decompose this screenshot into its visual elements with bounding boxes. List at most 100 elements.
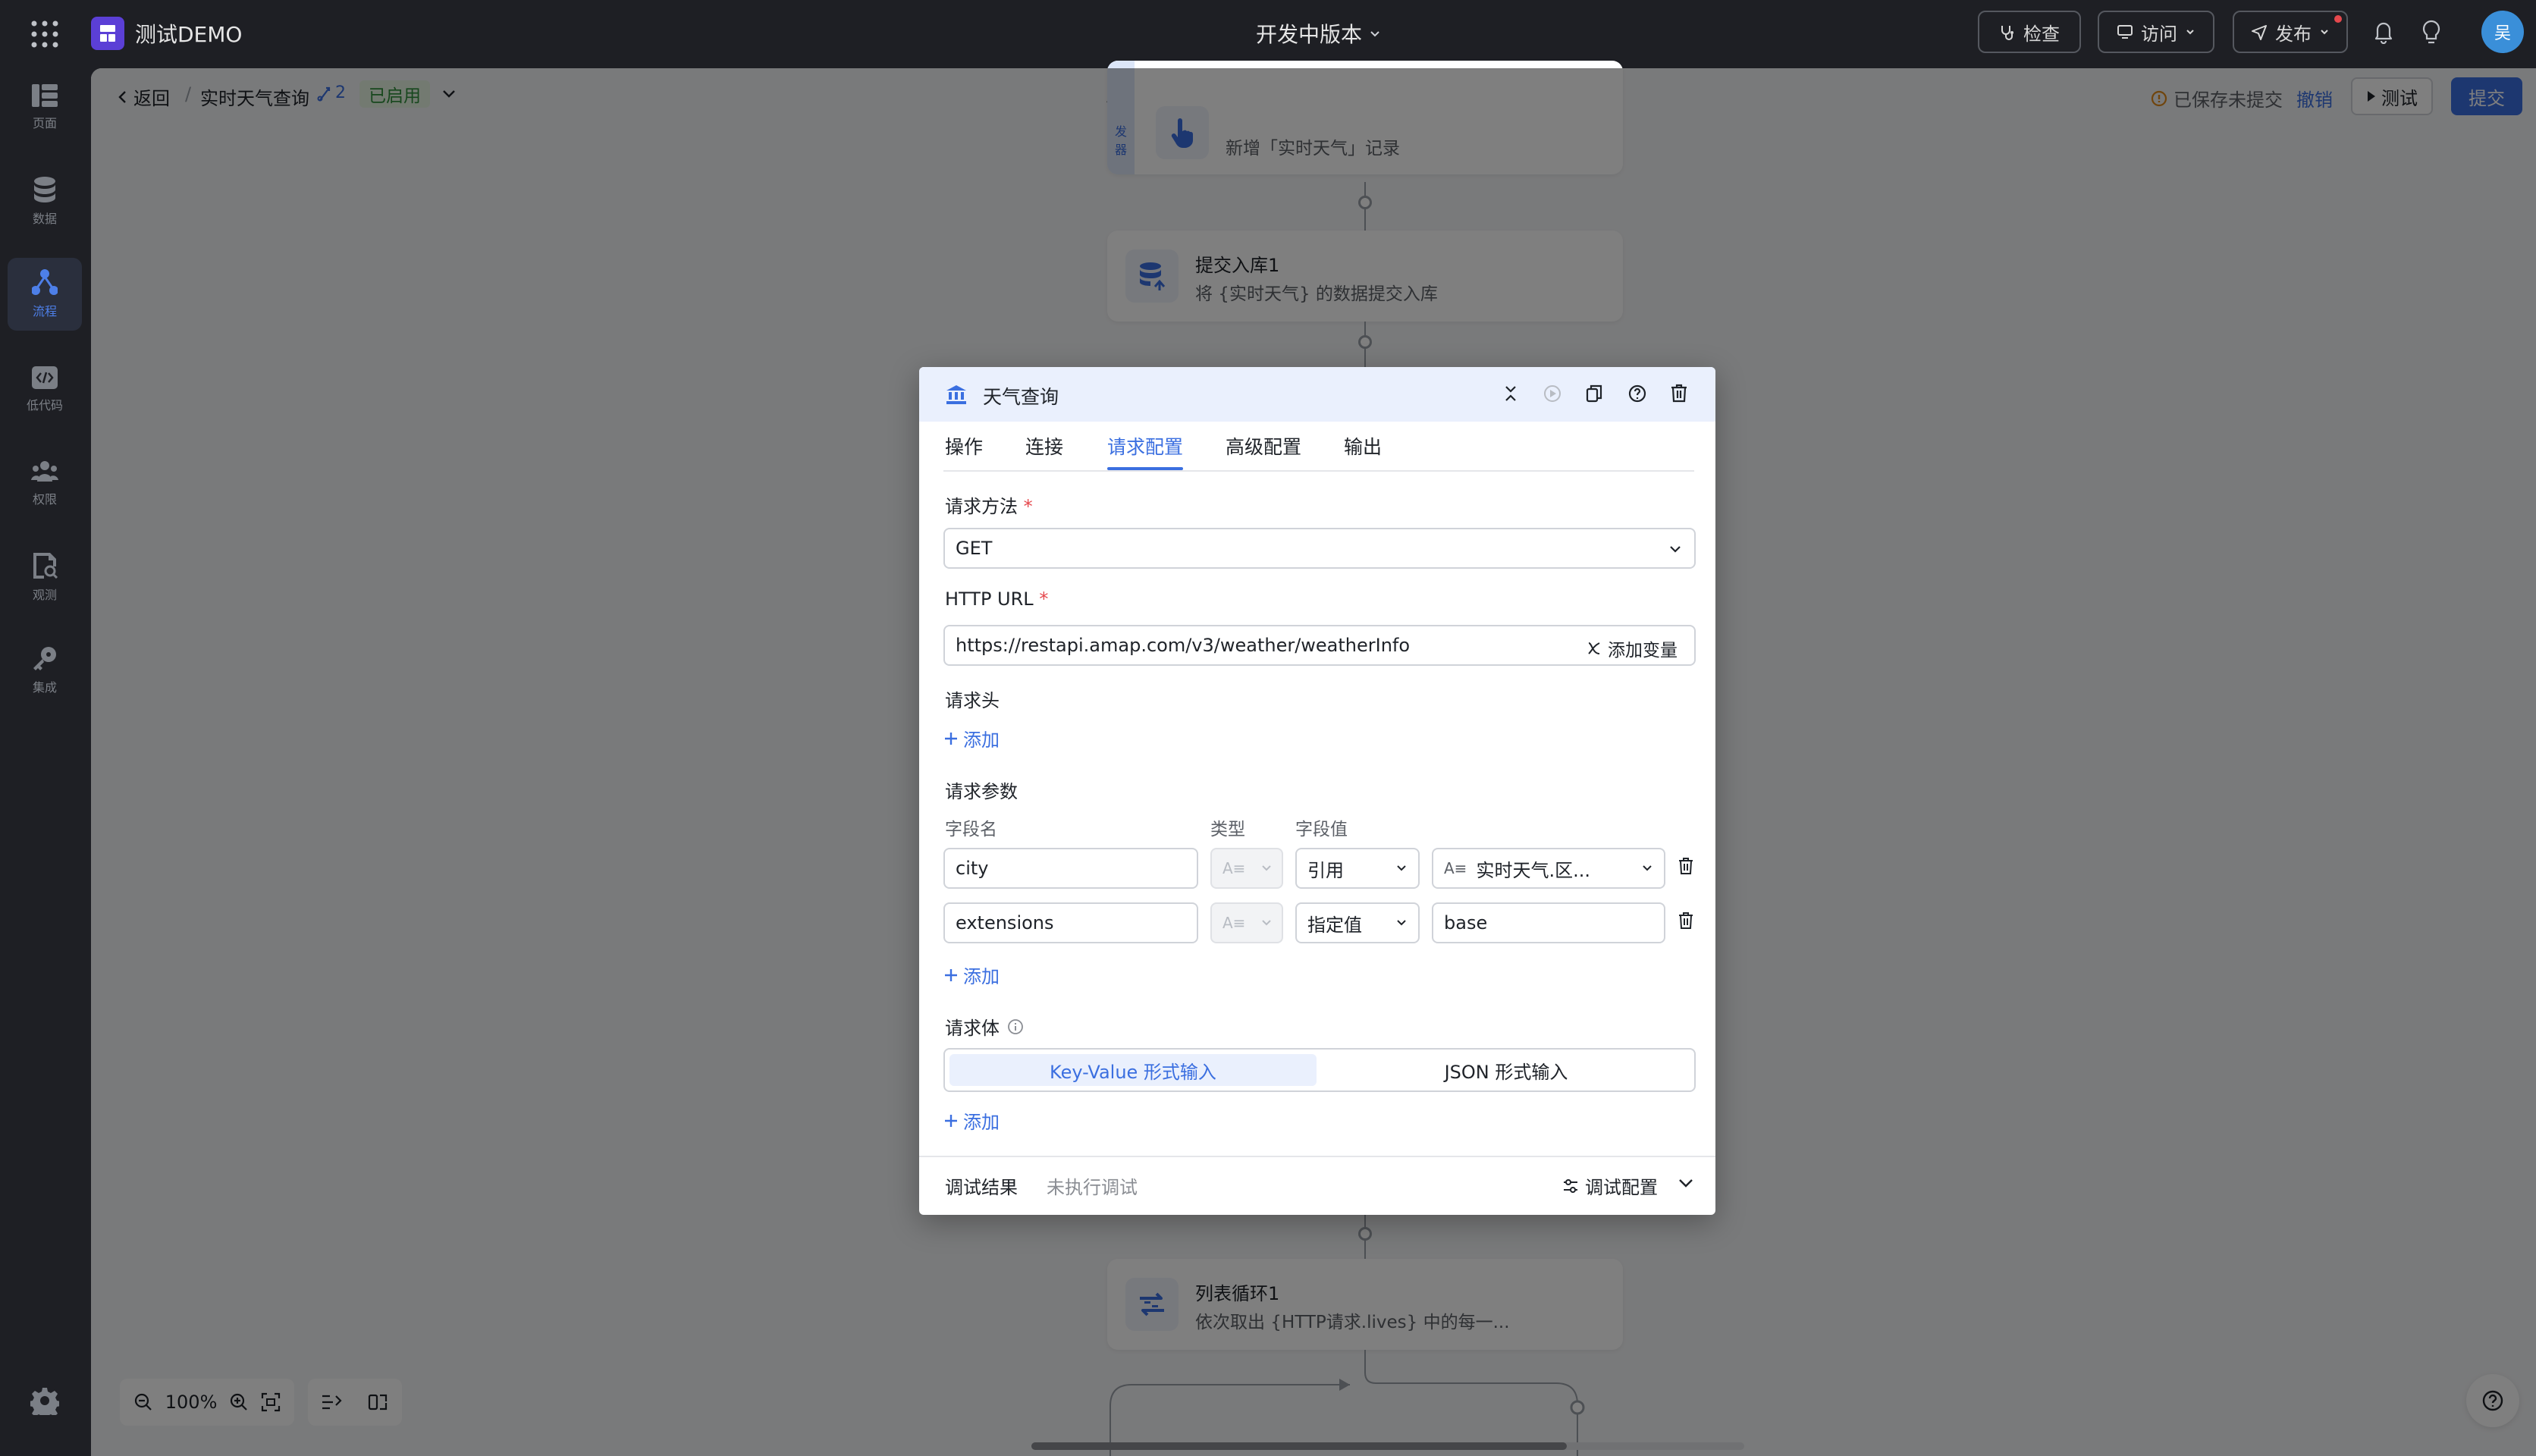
sidebar-item-permission[interactable]: 权限	[8, 447, 82, 520]
url-label-text: HTTP URL	[945, 588, 1034, 610]
plus-icon	[943, 1113, 959, 1128]
sidebar-item-label: 低代码	[26, 398, 63, 413]
tab-output[interactable]: 输出	[1344, 432, 1382, 460]
version-label: 开发中版本	[1256, 22, 1363, 47]
sidebar-item-lowcode[interactable]: 低代码	[8, 353, 82, 426]
tab-operation[interactable]: 操作	[945, 432, 983, 460]
add-header-button[interactable]: 添加	[943, 725, 1000, 752]
param-name-input[interactable]: extensions	[943, 902, 1198, 943]
trash-icon[interactable]	[1670, 384, 1688, 403]
inspect-button[interactable]: 检查	[1978, 11, 2081, 53]
col-value-header: 字段值	[1295, 820, 1348, 839]
chevron-down-icon	[1260, 863, 1273, 874]
info-icon[interactable]	[1007, 1018, 1024, 1035]
sidebar-item-pages[interactable]: 页面	[8, 71, 82, 144]
sidebar-item-integration[interactable]: 集成	[8, 634, 82, 707]
url-value: https://restapi.amap.com/v3/weather/weat…	[956, 635, 1411, 656]
headers-label: 请求头	[945, 690, 1000, 711]
method-select[interactable]: GET	[943, 528, 1696, 569]
sidebar-item-observe[interactable]: 观测	[8, 541, 82, 614]
panel-header: 天气查询	[919, 367, 1715, 422]
text-type-icon: A≡	[1222, 914, 1246, 932]
param-name-value: city	[956, 858, 989, 879]
col-type-header: 类型	[1210, 820, 1245, 839]
chevron-down-icon	[2319, 27, 2330, 37]
method-label: 请求方法 *	[945, 496, 1033, 517]
tab-connection[interactable]: 连接	[1025, 432, 1063, 460]
chevron-down-icon	[1260, 918, 1273, 928]
sidebar-item-label: 权限	[32, 492, 57, 507]
monitor-icon	[2117, 24, 2133, 40]
url-input[interactable]: https://restapi.amap.com/v3/weather/weat…	[943, 625, 1696, 666]
api-building-icon	[945, 384, 968, 405]
col-name-header: 字段名	[945, 820, 997, 839]
add-body-button[interactable]: 添加	[943, 1107, 1000, 1134]
left-sidebar: 页面 数据 流程 低代码 权限 观测 集成	[0, 68, 91, 1456]
url-label: HTTP URL *	[945, 588, 1049, 610]
copy-icon[interactable]	[1585, 384, 1603, 403]
help-circle-icon[interactable]	[1627, 384, 1647, 403]
add-label: 添加	[963, 730, 1000, 751]
panel-title: 天气查询	[983, 386, 1059, 408]
param-mode-select[interactable]: 指定值	[1295, 902, 1420, 943]
debug-result-label: 调试结果	[945, 1177, 1018, 1198]
version-dropdown[interactable]: 开发中版本	[1256, 18, 1382, 49]
settings-gear-icon[interactable]	[30, 1386, 59, 1415]
flow-icon	[32, 269, 58, 295]
param-type-select: A≡	[1210, 902, 1283, 943]
sidebar-item-label: 集成	[32, 680, 57, 695]
param-value: base	[1444, 912, 1488, 934]
app-logo	[91, 17, 124, 50]
run-disabled-icon[interactable]	[1543, 384, 1562, 403]
bell-icon[interactable]	[2372, 20, 2395, 44]
param-type-select: A≡	[1210, 848, 1283, 889]
tab-advanced[interactable]: 高级配置	[1226, 432, 1301, 460]
apps-grid-icon[interactable]	[30, 20, 59, 49]
lightbulb-icon[interactable]	[2421, 20, 2442, 46]
param-value-input[interactable]: base	[1432, 902, 1665, 943]
visit-button[interactable]: 访问	[2098, 11, 2214, 53]
chevron-down-icon	[2185, 27, 2195, 37]
delete-param-trash-icon[interactable]	[1678, 912, 1694, 930]
plus-icon	[943, 731, 959, 746]
tab-request-config[interactable]: 请求配置	[1107, 432, 1183, 460]
key-icon	[32, 645, 58, 671]
top-bar: 测试DEMO 开发中版本 检查 访问 发布 吴	[0, 0, 2536, 68]
inspect-label: 检查	[2023, 23, 2060, 45]
add-variable-label: 添加变量	[1608, 641, 1678, 661]
add-variable-button[interactable]: 添加变量	[1587, 635, 1678, 661]
chevron-down-icon	[1641, 863, 1653, 874]
chevron-down-icon[interactable]	[1678, 1177, 1694, 1189]
body-mode-keyvalue[interactable]: Key-Value 形式输入	[949, 1054, 1317, 1086]
sidebar-item-data[interactable]: 数据	[8, 165, 82, 238]
chevron-down-icon	[1668, 543, 1682, 555]
sidebar-item-flow[interactable]: 流程	[8, 258, 82, 331]
publish-button[interactable]: 发布	[2233, 11, 2348, 53]
method-value: GET	[956, 538, 993, 559]
body-mode-json[interactable]: JSON 形式输入	[1323, 1054, 1690, 1086]
add-label: 添加	[963, 1112, 1000, 1133]
method-label-text: 请求方法	[945, 496, 1018, 517]
param-name-value: extensions	[956, 912, 1054, 934]
tab-divider	[943, 470, 1694, 472]
body-mode-segment: Key-Value 形式输入 JSON 形式输入	[943, 1048, 1696, 1092]
param-value-select[interactable]: A≡ 实时天气.区...	[1432, 848, 1665, 889]
chevron-down-icon	[1395, 863, 1408, 874]
collapse-vertical-icon[interactable]	[1502, 384, 1520, 403]
app-title: 测试DEMO	[135, 22, 243, 47]
database-icon	[33, 177, 56, 202]
text-type-icon: A≡	[1444, 859, 1467, 877]
avatar[interactable]: 吴	[2481, 11, 2524, 53]
body-label-text: 请求体	[945, 1018, 1000, 1039]
params-label: 请求参数	[945, 781, 1018, 802]
body-label: 请求体	[945, 1013, 1024, 1040]
debug-config-button[interactable]: 调试配置	[1562, 1172, 1658, 1199]
http-node-panel: 天气查询 操作 连接 请求配置 高级配置 输出 请求方法 * GET HTTP …	[919, 367, 1715, 1215]
param-name-input[interactable]: city	[943, 848, 1198, 889]
add-param-button[interactable]: 添加	[943, 962, 1000, 988]
param-mode-select[interactable]: 引用	[1295, 848, 1420, 889]
variable-x-icon	[1587, 641, 1602, 656]
sliders-icon	[1562, 1178, 1579, 1194]
delete-param-trash-icon[interactable]	[1678, 857, 1694, 875]
sidebar-item-label: 数据	[32, 212, 57, 226]
